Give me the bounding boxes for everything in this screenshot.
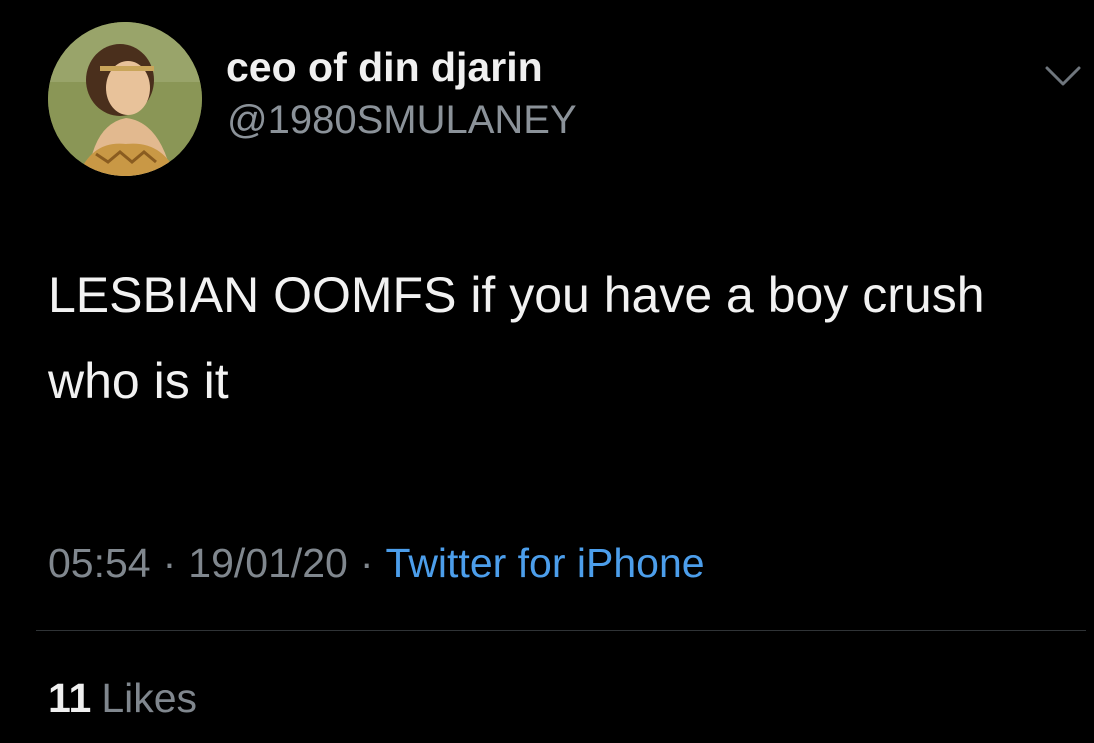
tweet-meta: 05:54 · 19/01/20 · Twitter for iPhone: [48, 540, 705, 587]
avatar-photo-icon: [48, 22, 202, 176]
tweet-card: ceo of din djarin @1980SMULANEY LESBIAN …: [0, 0, 1094, 743]
divider: [36, 630, 1086, 631]
tweet-time[interactable]: 05:54: [48, 540, 151, 586]
meta-separator: ·: [359, 540, 374, 586]
tweet-source-link[interactable]: Twitter for iPhone: [386, 540, 705, 586]
meta-separator: ·: [162, 540, 177, 586]
avatar[interactable]: [48, 22, 202, 176]
tweet-date[interactable]: 19/01/20: [188, 540, 348, 586]
chevron-down-icon[interactable]: [1043, 62, 1083, 90]
user-handle[interactable]: @1980SMULANEY: [227, 98, 577, 143]
likes-label: Likes: [101, 675, 198, 721]
likes-stat[interactable]: 11 Likes: [48, 675, 197, 722]
tweet-text: LESBIAN OOMFS if you have a boy crush wh…: [48, 267, 985, 409]
display-name[interactable]: ceo of din djarin: [226, 44, 543, 91]
likes-count: 11: [48, 675, 92, 721]
